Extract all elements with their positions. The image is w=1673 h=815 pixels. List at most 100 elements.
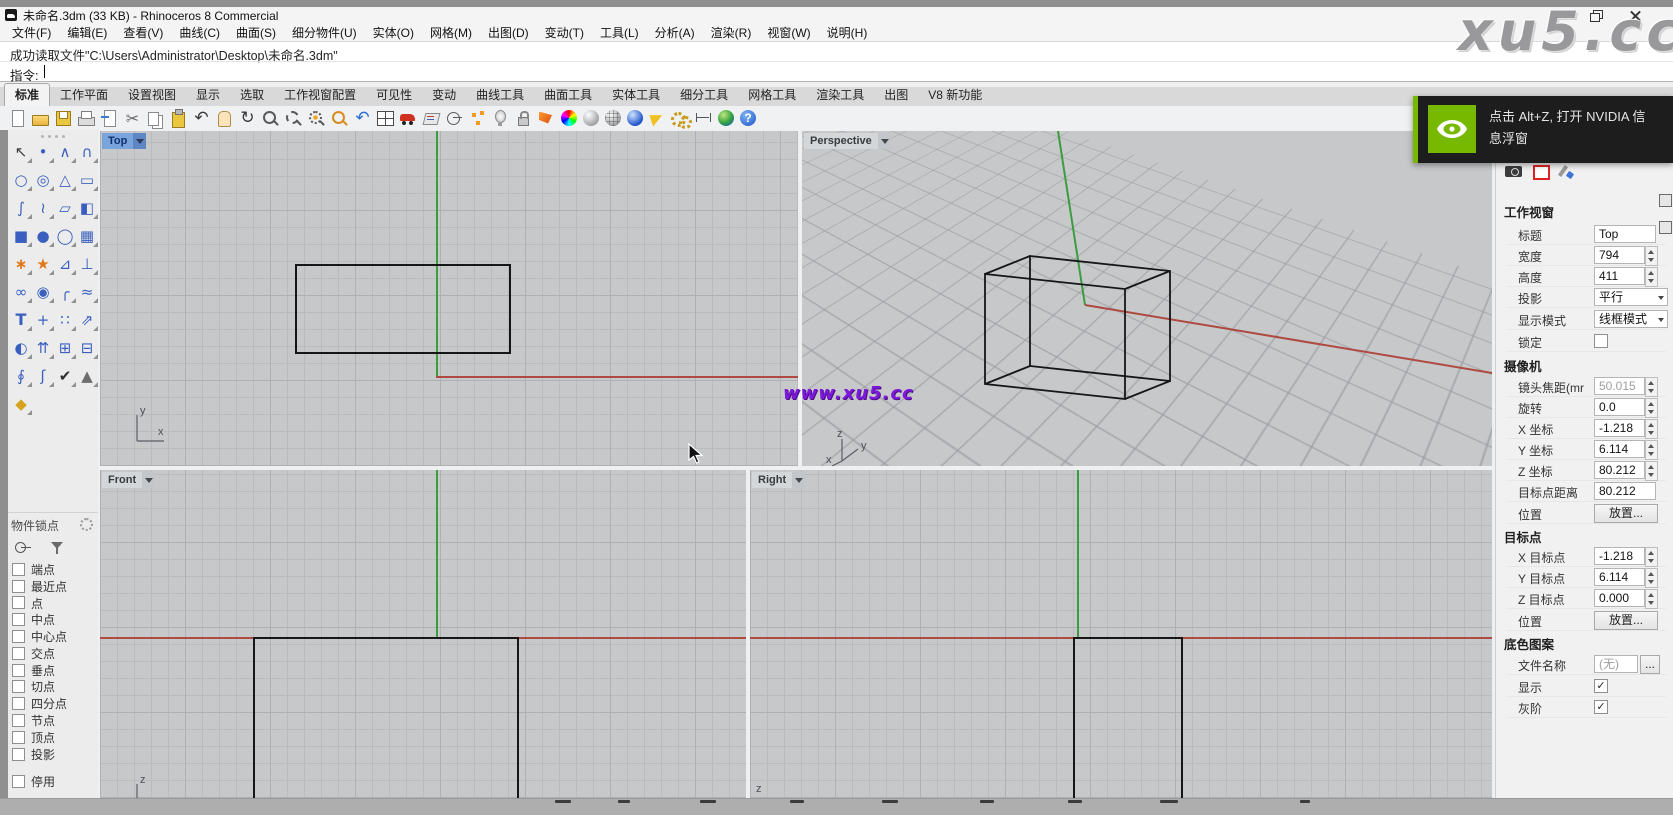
camera-z-input[interactable]: 80.212 (1594, 461, 1645, 479)
menu-item-6[interactable]: 实体(O) (365, 23, 422, 42)
lens-stepper[interactable] (1645, 377, 1658, 397)
chevron-down-icon[interactable] (142, 472, 155, 488)
lens-input[interactable]: 50.015 (1594, 377, 1645, 395)
grayscale-checkbox[interactable] (1594, 700, 1608, 714)
palette-point-icon[interactable]: • (33, 141, 54, 163)
viewport-front[interactable]: Front z (100, 470, 746, 798)
print-icon[interactable] (76, 108, 97, 129)
viewport-top[interactable]: Top yx (100, 131, 798, 466)
osnap-disable-row[interactable]: 停用 (8, 774, 98, 791)
palette-rect-array-icon[interactable]: ⊞ (55, 337, 76, 359)
palette-explode-icon[interactable]: ∗ (11, 253, 32, 275)
filter-icon[interactable] (47, 540, 71, 555)
palette-circle-icon[interactable]: ○ (11, 169, 32, 191)
palette-grip[interactable] (8, 130, 98, 141)
dimension-icon[interactable] (693, 108, 714, 129)
osnap-checkbox[interactable] (12, 647, 25, 660)
camera-z-stepper[interactable] (1645, 461, 1658, 481)
osnap-points-icon[interactable] (467, 108, 488, 129)
palette-box-icon[interactable]: ■ (11, 225, 32, 247)
palette-check-icon[interactable]: ✔ (55, 365, 76, 387)
cplane-icon[interactable] (444, 108, 465, 129)
color-wheel-icon[interactable] (561, 110, 577, 126)
lock-icon[interactable] (513, 108, 534, 129)
osnap-checkbox[interactable] (12, 630, 25, 643)
command-input[interactable]: 指令: (0, 61, 1673, 81)
open-file-icon[interactable] (30, 108, 51, 129)
viewport-properties-icon[interactable] (1531, 162, 1551, 180)
tab-5[interactable]: 工作视窗配置 (274, 84, 366, 106)
nvidia-overlay[interactable]: 点击 Alt+Z, 打开 NVIDIA 信 息浮窗 (1413, 96, 1673, 163)
locked-checkbox[interactable] (1594, 334, 1608, 348)
osnap-row-11[interactable]: 投影 (8, 746, 98, 763)
palette-select-icon[interactable]: ↖ (11, 141, 32, 163)
undo-icon[interactable]: ↶ (191, 108, 212, 129)
copy-icon[interactable] (145, 108, 166, 129)
target-x-input[interactable]: -1.218 (1594, 547, 1645, 565)
panel-tab-icon[interactable] (1659, 194, 1672, 207)
target-distance-input[interactable]: 80.212 (1594, 482, 1656, 500)
palette-patch-icon[interactable]: ▦ (77, 225, 98, 247)
palette-flow-icon[interactable]: ʃ (33, 365, 54, 387)
height-input[interactable]: 411 (1594, 267, 1645, 285)
show-checkbox[interactable] (1594, 679, 1608, 693)
box-wireframe-top[interactable] (295, 264, 511, 354)
palette-array-icon[interactable]: ∷ (55, 309, 76, 331)
tab-6[interactable]: 可见性 (366, 84, 422, 106)
osnap-row-8[interactable]: 四分点 (8, 695, 98, 712)
osnap-row-9[interactable]: 节点 (8, 712, 98, 729)
osnap-row-6[interactable]: 垂点 (8, 662, 98, 679)
save-icon[interactable] (53, 108, 74, 129)
plan-view-icon[interactable] (421, 108, 442, 129)
cut-icon[interactable]: ✂ (122, 108, 143, 129)
menu-item-13[interactable]: 视窗(W) (759, 23, 818, 42)
width-stepper[interactable] (1645, 246, 1658, 266)
palette-unroll-icon[interactable]: ⊿ (55, 253, 76, 275)
osnap-row-3[interactable]: 中点 (8, 611, 98, 628)
palette-cone-icon[interactable]: ▲ (77, 365, 98, 387)
rotate-view-icon[interactable]: ↻ (237, 108, 258, 129)
osnap-row-1[interactable]: 最近点 (8, 578, 98, 595)
tab-1[interactable]: 工作平面 (50, 84, 118, 106)
osnap-checkbox[interactable] (12, 680, 25, 693)
target-x-stepper[interactable] (1645, 547, 1658, 567)
palette-text-icon[interactable]: T (11, 309, 32, 331)
menu-item-1[interactable]: 编辑(E) (59, 23, 115, 42)
menu-item-10[interactable]: 工具(L) (592, 23, 647, 42)
osnap-checkbox[interactable] (12, 748, 25, 761)
palette-section-icon[interactable]: ⊟ (77, 337, 98, 359)
camera-x-input[interactable]: -1.218 (1594, 419, 1645, 437)
viewport-right[interactable]: Right z (750, 470, 1492, 798)
camera-place-button[interactable]: 放置... (1594, 504, 1658, 523)
target-z-stepper[interactable] (1645, 589, 1658, 609)
projection-select[interactable]: 平行 (1594, 288, 1668, 306)
menu-item-9[interactable]: 变动(T) (537, 23, 592, 42)
palette-move-icon[interactable]: + (33, 309, 54, 331)
tab-13[interactable]: 渲染工具 (806, 84, 874, 106)
osnap-checkbox[interactable] (12, 563, 25, 576)
width-input[interactable]: 794 (1594, 246, 1645, 264)
menu-item-3[interactable]: 曲线(C) (171, 23, 228, 42)
target-y-input[interactable]: 6.114 (1594, 568, 1645, 586)
viewport-right-label[interactable]: Right (752, 472, 805, 488)
target-place-button[interactable]: 放置... (1594, 611, 1658, 630)
osnap-checkbox[interactable] (12, 580, 25, 593)
palette-polygon-icon[interactable]: △ (55, 169, 76, 191)
palette-fillet-curve-icon[interactable]: ╭ (55, 281, 76, 303)
height-stepper[interactable] (1645, 267, 1658, 287)
palette-curved-surface-icon[interactable]: ◧ (77, 197, 98, 219)
palette-flatten-icon[interactable]: ⊥ (77, 253, 98, 275)
box-wireframe-right[interactable] (1073, 637, 1183, 798)
render-icon[interactable] (536, 108, 557, 129)
osnap-checkbox[interactable] (12, 697, 25, 710)
title-input[interactable]: Top (1594, 225, 1656, 243)
help-icon[interactable]: ? (740, 110, 756, 126)
menu-item-12[interactable]: 渲染(R) (703, 23, 760, 42)
menu-item-2[interactable]: 查看(V) (115, 23, 171, 42)
viewport-layout-icon[interactable] (375, 108, 396, 129)
osnap-checkbox[interactable] (12, 664, 25, 677)
osnap-row-7[interactable]: 切点 (8, 679, 98, 696)
viewport-front-label[interactable]: Front (102, 472, 155, 488)
tab-11[interactable]: 细分工具 (670, 84, 738, 106)
chevron-down-icon[interactable] (878, 133, 891, 149)
